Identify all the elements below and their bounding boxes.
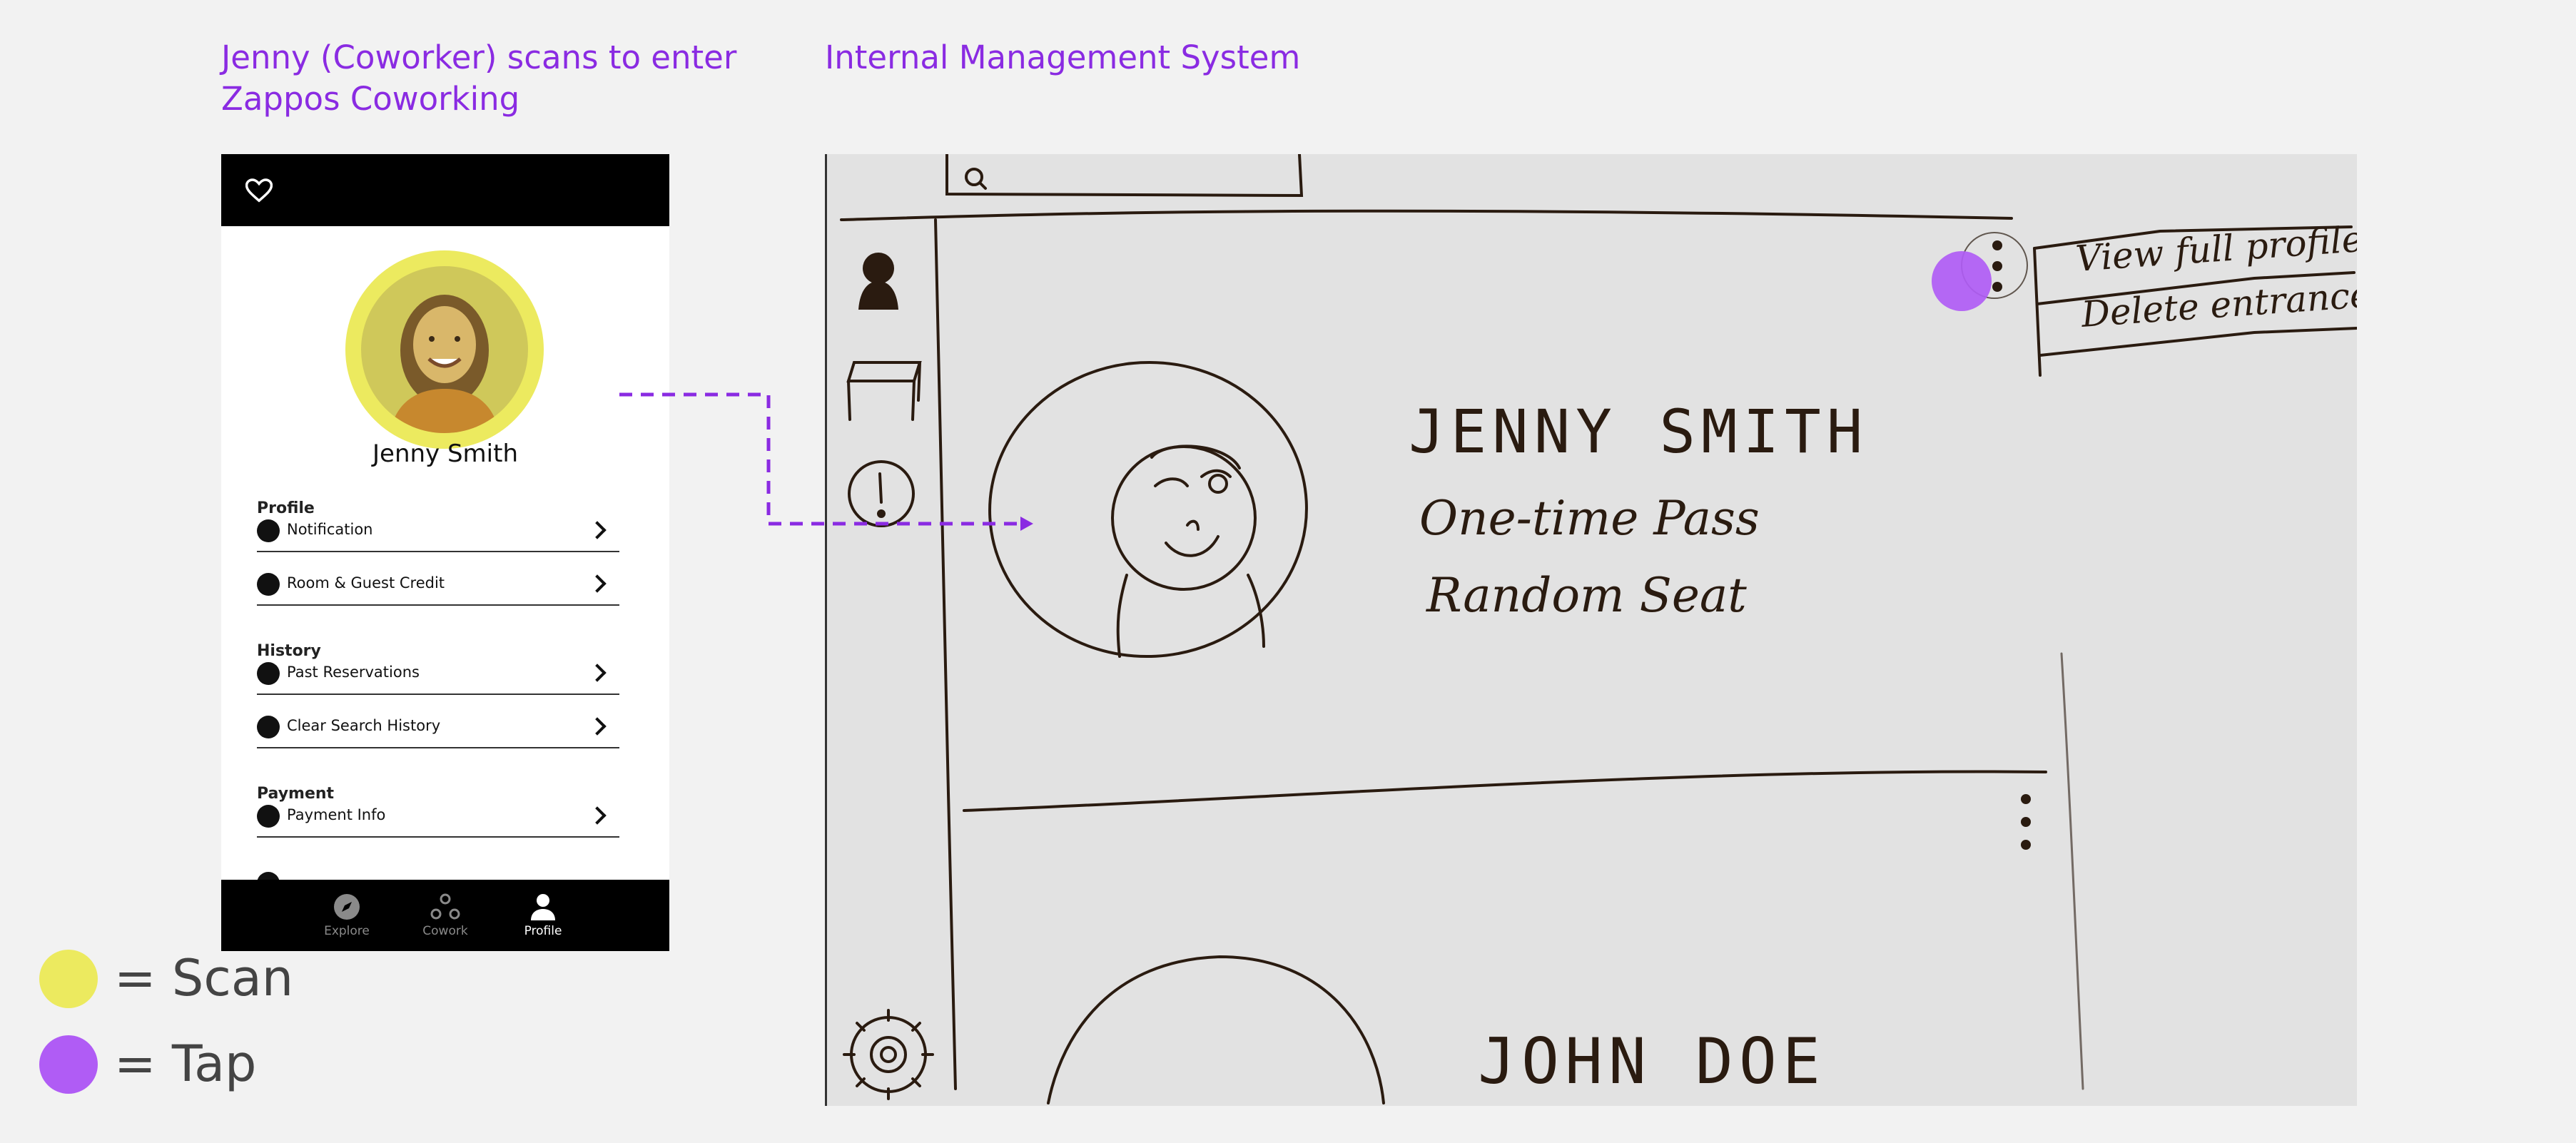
alert-icon — [848, 460, 915, 527]
payment-info-row[interactable]: Payment Info — [257, 796, 619, 838]
tab-bar: Explore Cowork Profile — [221, 880, 669, 951]
card-pass-type: One-time Pass — [1419, 491, 1760, 546]
past-reservations-row[interactable]: Past Reservations — [257, 654, 619, 695]
phone-profile-screen: Jenny Smith Profile Notification Room & … — [221, 154, 669, 951]
tap-marker — [1932, 251, 1992, 311]
chevron-right-icon — [588, 574, 607, 593]
clock-icon — [257, 662, 280, 685]
more-vertical-icon — [1992, 240, 2002, 292]
compass-icon — [334, 894, 360, 920]
scan-legend-label: = Scan — [114, 949, 294, 1007]
past-reservations-label: Past Reservations — [287, 664, 420, 681]
system-heading: Internal Management System — [825, 39, 1301, 76]
gear-icon — [843, 1009, 934, 1100]
bell-icon — [257, 519, 280, 542]
chevron-right-icon — [588, 521, 607, 539]
chevron-right-icon — [588, 806, 607, 825]
user-icon — [858, 253, 898, 310]
clear-search-history-row[interactable]: Clear Search History — [257, 707, 619, 748]
tap-legend-label: = Tap — [114, 1035, 257, 1093]
more-vertical-icon — [2021, 794, 2031, 850]
chevron-right-icon — [588, 717, 607, 736]
tab-explore[interactable]: Explore — [308, 893, 386, 938]
no-entry-icon — [257, 716, 280, 738]
card-name: JENNY SMITH — [1409, 397, 1869, 467]
clear-search-history-label: Clear Search History — [287, 717, 441, 734]
phone-top-bar — [221, 154, 669, 226]
tab-explore-label: Explore — [324, 924, 370, 938]
avatar-sketch — [988, 360, 1308, 659]
card-seat: Random Seat — [1426, 568, 1747, 623]
desk-icon — [846, 361, 922, 421]
chevron-right-icon — [588, 664, 607, 682]
tab-profile-label: Profile — [524, 924, 562, 938]
card-name-2: JOHN DOE — [1478, 1025, 1826, 1098]
user-name: Jenny Smith — [372, 440, 518, 468]
room-guest-credit-row[interactable]: Room & Guest Credit — [257, 564, 619, 606]
person-icon — [531, 894, 555, 920]
search-box — [945, 154, 1304, 198]
avatar[interactable] — [361, 266, 528, 433]
tap-legend-swatch — [39, 1035, 98, 1094]
notification-label: Notification — [287, 521, 373, 538]
smiley-icon — [257, 573, 280, 596]
management-system-sketch: View full profile Delete entrance JENNY … — [825, 154, 2357, 1106]
room-guest-credit-label: Room & Guest Credit — [287, 574, 445, 591]
tab-cowork[interactable]: Cowork — [406, 893, 485, 938]
search-icon — [965, 168, 987, 190]
wallet-icon — [257, 805, 280, 828]
scan-heading: Jenny (Coworker) scans to enter Zappos C… — [221, 39, 737, 118]
tab-cowork-label: Cowork — [422, 924, 468, 938]
payment-info-label: Payment Info — [287, 806, 386, 823]
notification-row[interactable]: Notification — [257, 511, 619, 552]
tab-profile[interactable]: Profile — [504, 893, 582, 938]
cowork-icon — [430, 893, 460, 920]
scan-legend-swatch — [39, 950, 98, 1008]
heart-icon[interactable] — [245, 178, 273, 203]
